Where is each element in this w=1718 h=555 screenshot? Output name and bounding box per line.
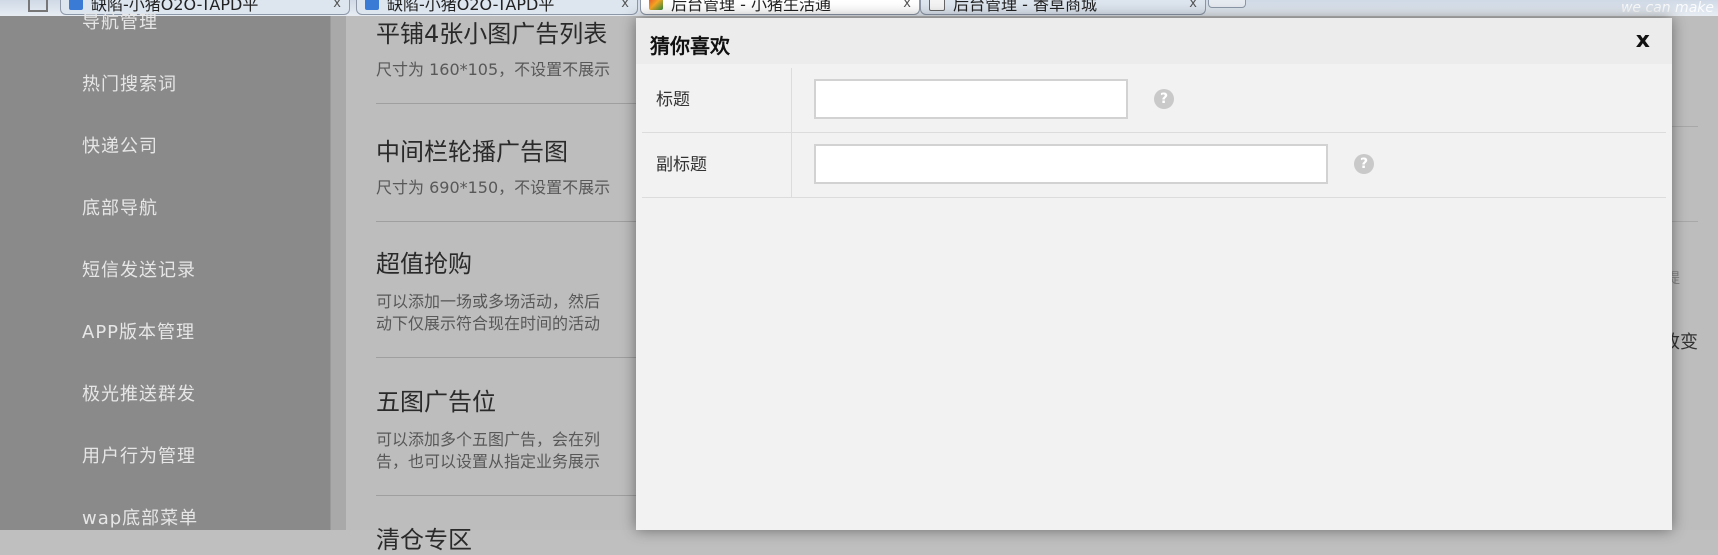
section-title: 五图广告位: [376, 388, 496, 416]
divider: [376, 357, 656, 358]
desc-line-1: 可以添加多个五图广告，会在列: [376, 430, 601, 449]
nav-item-user-behavior[interactable]: 用户行为管理: [82, 442, 196, 468]
help-icon[interactable]: ?: [1154, 89, 1174, 109]
guess-you-like-dialog: 猜你喜欢 x 标题 ? 副标题 ?: [636, 18, 1672, 530]
divider: [376, 221, 656, 222]
section-title: 平铺4张小图广告列表: [376, 20, 608, 48]
nav-item-express[interactable]: 快递公司: [82, 132, 158, 158]
browser-tab-4[interactable]: 后台管理 - 香草商城 x: [920, 0, 1206, 15]
tab-title: 后台管理 - 小猪生活通: [671, 0, 831, 14]
tab-close-icon[interactable]: x: [1189, 0, 1197, 11]
bg-section-carousel: 中间栏轮播广告图 尺寸为 690*150，不设置不展示: [376, 132, 656, 222]
home-icon[interactable]: [28, 0, 48, 12]
nav-item-wap-menu[interactable]: wap底部菜单: [82, 504, 198, 530]
section-title: 中间栏轮播广告图: [376, 138, 568, 166]
watermark: we can make: [1620, 0, 1714, 16]
browser-tab-strip: 缺陷-小猪O2O-TAPD平 x 缺陷-小猪O2O-TAPD平 x 后台管理 -…: [0, 0, 1718, 17]
tab-close-icon[interactable]: x: [621, 0, 629, 11]
tab-title: 缺陷-小猪O2O-TAPD平: [387, 0, 555, 14]
help-icon[interactable]: ?: [1354, 154, 1374, 174]
dialog-header: 猜你喜欢 x: [636, 18, 1672, 64]
bg-section-five-ads: 五图广告位 可以添加多个五图广告，会在列 告，也可以设置从指定业务展示: [376, 382, 656, 496]
close-icon[interactable]: x: [1636, 28, 1650, 53]
browser-tab-3[interactable]: 后台管理 - 小猪生活通 x: [640, 0, 920, 15]
store-favicon-icon: [929, 0, 945, 11]
desc-line-2: 动下仅展示符合现在时间的活动: [376, 314, 601, 333]
bg-section-tile-ads: 平铺4张小图广告列表 尺寸为 160*105，不设置不展示: [376, 14, 656, 104]
dialog-title: 猜你喜欢: [650, 34, 730, 58]
bg-section-flash-sale: 超值抢购 可以添加一场或多场活动，然后 动下仅展示符合现在时间的活动: [376, 244, 656, 358]
left-navigation: 导航管理 热门搜索词 快递公司 底部导航 短信发送记录 APP版本管理 极光推送…: [0, 12, 330, 530]
tapd-favicon-icon: [69, 0, 83, 10]
nav-item-navigation[interactable]: 导航管理: [82, 8, 158, 34]
nav-item-bottom-nav[interactable]: 底部导航: [82, 194, 158, 220]
nav-divider: [330, 16, 347, 530]
form-row-title: 标题 ?: [642, 68, 1666, 133]
pig-favicon-icon: [649, 0, 663, 10]
section-desc: 尺寸为 690*150，不设置不展示: [376, 178, 611, 197]
divider: [376, 103, 656, 104]
section-desc: 尺寸为 160*105，不设置不展示: [376, 60, 611, 79]
desc-line-2: 告，也可以设置从指定业务展示: [376, 452, 601, 471]
browser-tab-2[interactable]: 缺陷-小猪O2O-TAPD平 x: [356, 0, 638, 15]
nav-item-jpush[interactable]: 极光推送群发: [82, 380, 196, 406]
tab-title: 后台管理 - 香草商城: [953, 0, 1097, 14]
divider: [376, 495, 656, 496]
section-desc: 可以添加多个五图广告，会在列 告，也可以设置从指定业务展示: [376, 429, 656, 473]
field-label: 标题: [642, 68, 792, 132]
nav-item-app-version[interactable]: APP版本管理: [82, 318, 195, 344]
section-title: 清仓专区: [376, 526, 472, 554]
nav-item-sms-log[interactable]: 短信发送记录: [82, 256, 196, 282]
tapd-favicon-icon: [365, 0, 379, 10]
section-title: 超值抢购: [376, 250, 472, 278]
subtitle-input[interactable]: [814, 144, 1328, 184]
tab-close-icon[interactable]: x: [903, 0, 911, 11]
form-row-subtitle: 副标题 ?: [642, 133, 1666, 198]
title-input[interactable]: [814, 79, 1128, 119]
tab-close-icon[interactable]: x: [333, 0, 341, 11]
bg-section-clearance: 清仓专区: [376, 520, 656, 555]
desc-line-1: 可以添加一场或多场活动，然后: [376, 292, 601, 311]
dialog-form: 标题 ? 副标题 ?: [642, 68, 1666, 198]
field-label: 副标题: [642, 133, 792, 197]
section-desc: 可以添加一场或多场活动，然后 动下仅展示符合现在时间的活动: [376, 291, 656, 335]
nav-item-hot-search[interactable]: 热门搜索词: [82, 70, 177, 96]
new-tab-button[interactable]: [1208, 0, 1246, 8]
